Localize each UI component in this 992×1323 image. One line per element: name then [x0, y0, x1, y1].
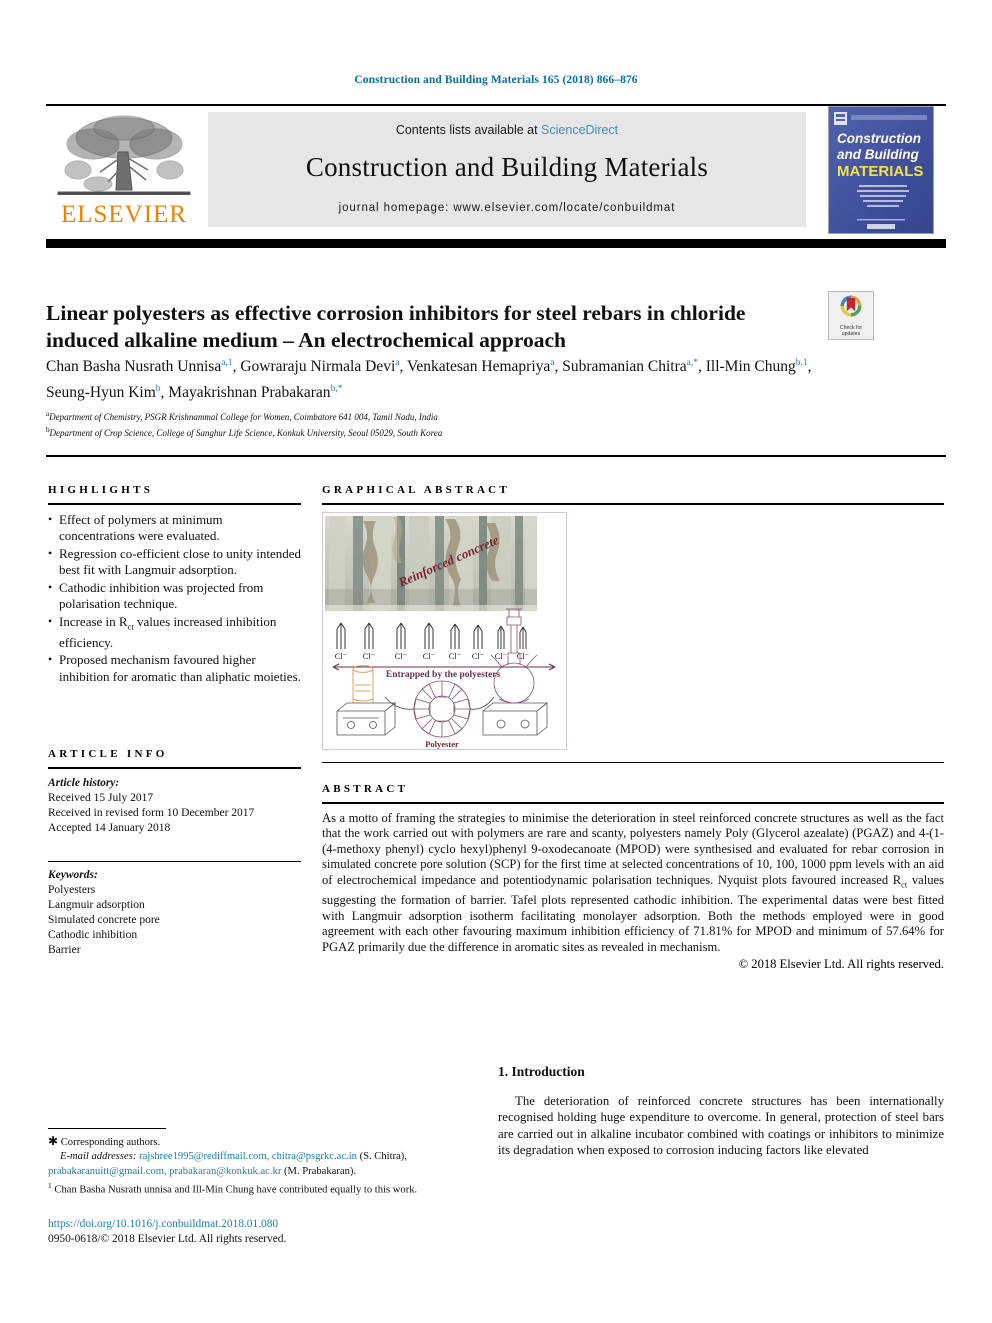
abstract-rule [322, 802, 944, 804]
crossmark-label: Check for updates [829, 325, 873, 337]
journal-title: Construction and Building Materials [305, 152, 709, 182]
article-info-section: ARTICLE INFO Article history: Received 1… [48, 748, 301, 958]
graphical-abstract-art: Reinforced concrete Cl⁻ Cl⁻ Cl⁻ Cl⁻ Cl⁻ … [325, 515, 556, 749]
introduction-heading: 1. Introduction [498, 1064, 585, 1079]
svg-text:Cl⁻: Cl⁻ [423, 651, 436, 661]
footnote-email-label: E-mail addresses: [60, 1151, 137, 1163]
abstract-body: As a motto of framing the strategies to … [322, 810, 944, 954]
journal-homepage-link[interactable]: journal homepage: www.elsevier.com/locat… [208, 202, 806, 214]
crossmark-line1: Check for [839, 325, 863, 331]
footer-block: https://doi.org/10.1016/j.conbuildmat.20… [48, 1217, 508, 1247]
abstract-heading: ABSTRACT [322, 783, 409, 795]
abstract-section: ABSTRACT As a motto of framing the strat… [322, 783, 944, 972]
elsevier-wordmark: ELSEVIER [60, 201, 188, 228]
svg-text:Entrapped by the polyesters: Entrapped by the polyesters [386, 670, 501, 680]
footnote-equal-contribution: 1 Chan Basha Nusrath unnisa and Ill-Min … [48, 1181, 418, 1196]
svg-text:Cl⁻: Cl⁻ [395, 651, 408, 661]
list-item: Increase in Rct values increased inhibit… [48, 613, 301, 652]
svg-text:Cl⁻: Cl⁻ [517, 651, 530, 661]
history-received: Received 15 July 2017 [48, 791, 154, 804]
article-info-gap [48, 836, 301, 858]
highlights-rule [48, 503, 301, 505]
affiliation-b: bDepartment of Crop Science, College of … [46, 425, 443, 438]
crossmark-icon [840, 295, 862, 317]
contents-available-line: Contents lists available at ScienceDirec… [208, 123, 806, 137]
keyword-item: Polyesters [48, 884, 96, 897]
footnote-email-attrib-2: (M. Prabakaran). [284, 1165, 357, 1177]
issn-copyright: 0950-0618/© 2018 Elsevier Ltd. All right… [48, 1233, 287, 1245]
highlights-heading: HIGHLIGHTS [48, 484, 154, 496]
footnote-email-link-1[interactable]: rajshree1995@rediffmail.com, chitra@psgr… [139, 1151, 357, 1162]
sciencedirect-link[interactable]: ScienceDirect [541, 123, 618, 137]
elsevier-logo[interactable]: ELSEVIER [48, 112, 200, 227]
affiliation-b-text: Department of Crop Science, College of S… [49, 427, 443, 438]
right-column: GRAPHICAL ABSTRACT Reinforced concrete C… [322, 484, 944, 972]
article-info-heading: ARTICLE INFO [48, 748, 168, 761]
history-revised: Received in revised form 10 December 201… [48, 806, 255, 819]
svg-text:Polyester: Polyester [425, 739, 459, 749]
keywords-rule [48, 860, 301, 863]
paper-page: Construction and Building Materials 165 … [0, 0, 992, 1323]
contents-prefix: Contents lists available at [395, 123, 542, 137]
running-head: Construction and Building Materials 165 … [354, 74, 638, 86]
list-item: Proposed mechanism favoured higher inhib… [48, 651, 301, 685]
keyword-item: Langmuir adsorption [48, 899, 145, 912]
graphical-abstract-figure[interactable]: Reinforced concrete Cl⁻ Cl⁻ Cl⁻ Cl⁻ Cl⁻ … [322, 511, 567, 750]
highlights-list: Effect of polymers at minimum concentrat… [48, 511, 301, 686]
svg-text:Cl⁻: Cl⁻ [335, 651, 348, 661]
svg-text:Construction: Construction [837, 131, 921, 146]
journal-cover-thumbnail[interactable]: Construction and Building MATERIALS [828, 106, 934, 234]
graphical-abstract-rule [322, 503, 944, 505]
affiliation-a-text: Department of Chemistry, PSGR Krishnamma… [49, 412, 438, 422]
footnote-corresponding: ✱ Corresponding authors. [48, 1134, 161, 1148]
graphical-abstract-section: GRAPHICAL ABSTRACT Reinforced concrete C… [322, 484, 944, 763]
crossmark-badge[interactable]: Check for updates [828, 291, 874, 340]
masthead-top-rule [46, 104, 946, 106]
footnote-emails-2: prabakaranuitt@gmail.com, prabakaran@kon… [48, 1165, 468, 1178]
svg-text:Cl⁻: Cl⁻ [363, 651, 376, 661]
footnote-equal-contribution-text: Chan Basha Nusrath unnisa and Ill-Min Ch… [54, 1184, 418, 1196]
svg-text:Cl⁻: Cl⁻ [495, 651, 508, 661]
left-column: HIGHLIGHTS Effect of polymers at minimum… [48, 484, 301, 958]
masthead-panel: Contents lists available at ScienceDirec… [208, 112, 806, 227]
introduction-section: 1. Introduction The deterioration of rei… [498, 1064, 944, 1158]
masthead-black-bar [46, 239, 946, 248]
svg-text:and Building: and Building [837, 147, 919, 162]
keywords-block: Keywords: Polyesters Langmuir adsorption… [48, 868, 301, 958]
keyword-item: Barrier [48, 944, 81, 957]
svg-text:MATERIALS: MATERIALS [837, 163, 923, 180]
list-item: Regression co-efficient close to unity i… [48, 545, 301, 579]
section-divider-rule [46, 455, 946, 457]
keyword-item: Cathodic inhibition [48, 929, 138, 942]
affiliations: aDepartment of Chemistry, PSGR Krishnamm… [46, 408, 836, 439]
article-history-block: Article history: Received 15 July 2017 R… [48, 776, 301, 836]
history-accepted: Accepted 14 January 2018 [48, 821, 171, 834]
footnote-emails: E-mail addresses: rajshree1995@rediffmai… [48, 1150, 468, 1163]
graphical-abstract-heading: GRAPHICAL ABSTRACT [322, 484, 511, 496]
article-info-rule [48, 767, 301, 769]
affiliation-a: aDepartment of Chemistry, PSGR Krishnamm… [46, 410, 438, 422]
crossmark-line2: updates [841, 331, 861, 338]
highlights-section: HIGHLIGHTS Effect of polymers at minimum… [48, 484, 301, 685]
keywords-label: Keywords: [48, 869, 98, 882]
elsevier-tree-icon [57, 115, 191, 195]
svg-text:Cl⁻: Cl⁻ [472, 651, 485, 661]
page-title: Linear polyesters as effective corrosion… [46, 301, 746, 353]
article-history-label: Article history: [48, 776, 120, 789]
svg-text:Cl⁻: Cl⁻ [449, 651, 462, 661]
doi-link[interactable]: https://doi.org/10.1016/j.conbuildmat.20… [48, 1217, 508, 1232]
introduction-paragraph: The deterioration of reinforced concrete… [498, 1094, 944, 1157]
footnote-rule [48, 1128, 166, 1129]
footnote-corresponding-text: Corresponding authors. [60, 1137, 161, 1148]
author-list: Chan Basha Nusrath Unnisaa,1, Gowraraju … [46, 358, 812, 402]
footnote-email-link-2[interactable]: prabakaranuitt@gmail.com, prabakaran@kon… [48, 1166, 281, 1177]
footnotes-block: ✱ Corresponding authors. E-mail addresse… [48, 1128, 468, 1198]
journal-cover-art: Construction and Building MATERIALS [829, 107, 933, 233]
footnote-email-attrib-1: (S. Chitra), [359, 1151, 407, 1163]
list-item: Cathodic inhibition was projected from p… [48, 579, 301, 613]
list-item: Effect of polymers at minimum concentrat… [48, 511, 301, 545]
keyword-item: Simulated concrete pore [48, 914, 160, 927]
abstract-copyright: © 2018 Elsevier Ltd. All rights reserved… [738, 957, 944, 972]
